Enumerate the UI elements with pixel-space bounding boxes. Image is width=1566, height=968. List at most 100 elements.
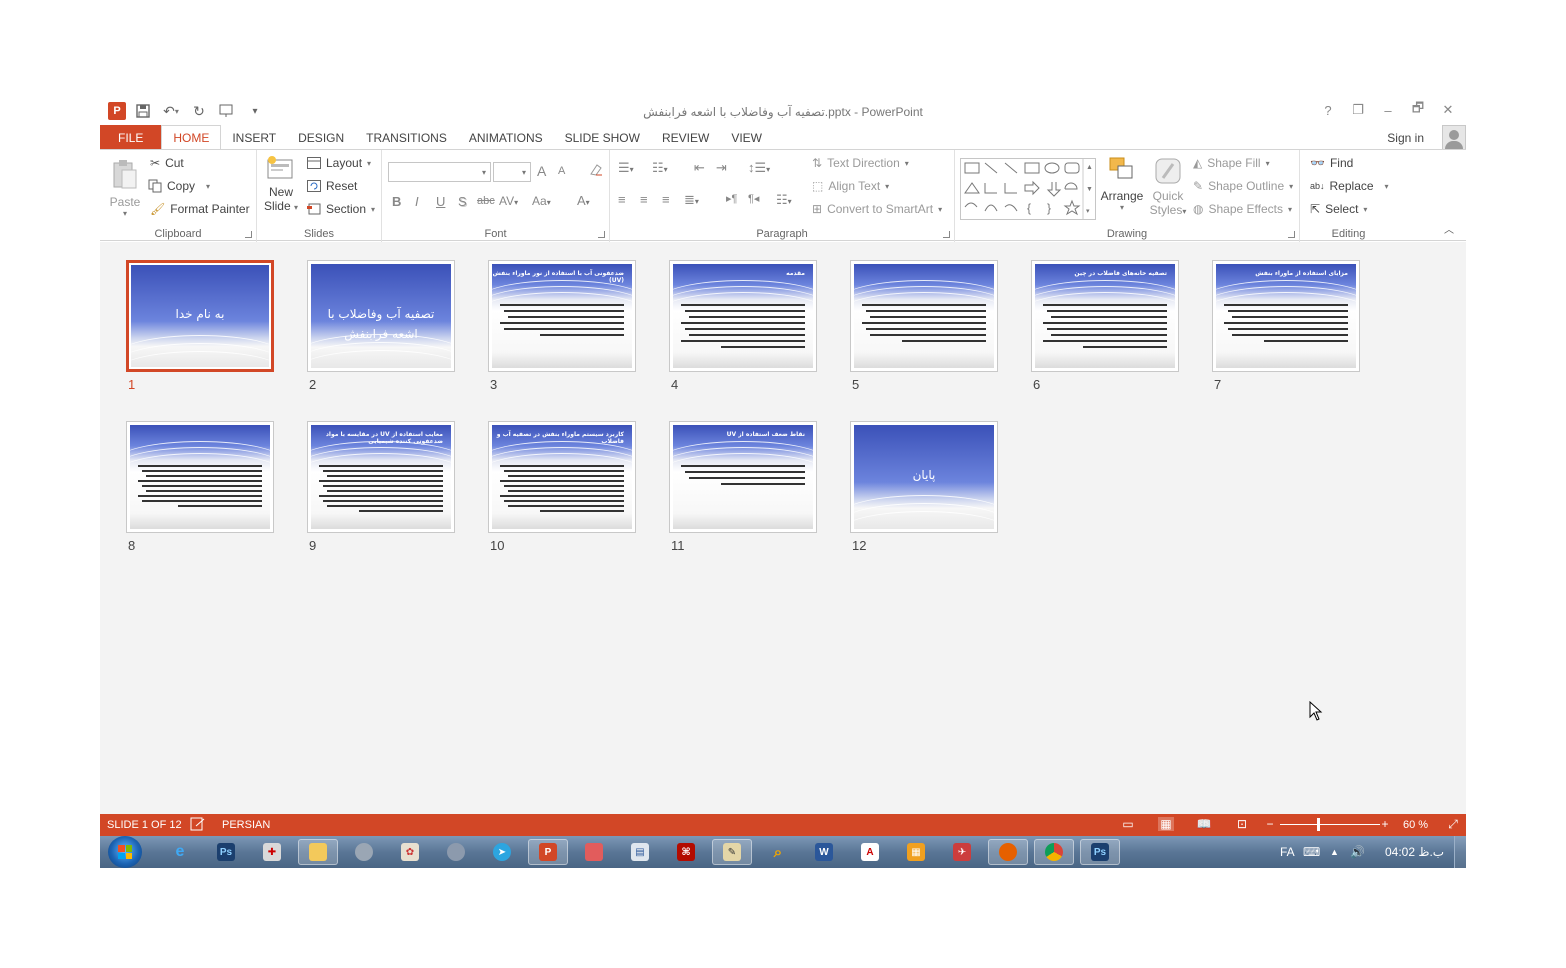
character-spacing-icon[interactable]: AV▾ bbox=[499, 194, 518, 208]
tab-transitions[interactable]: TRANSITIONS bbox=[355, 125, 458, 150]
taskbar-docs-icon[interactable]: ▤ bbox=[620, 839, 660, 865]
grow-font-icon[interactable]: A bbox=[537, 163, 546, 179]
sign-in-link[interactable]: Sign in bbox=[1387, 131, 1424, 145]
slide-thumbnail[interactable]: تصفیه آب وفاضلاب با اشعه فرابنفش bbox=[307, 260, 455, 372]
show-hidden-icons-icon[interactable]: ▲ bbox=[1330, 836, 1339, 868]
taskbar-telegram-icon[interactable]: ➤ bbox=[482, 839, 522, 865]
align-text-button[interactable]: ⬚ Align Text ▾ bbox=[812, 179, 889, 193]
slide-thumbnail[interactable]: نقاط ضعف استفاده از UV bbox=[669, 421, 817, 533]
taskbar-folder-icon[interactable]: ▦ bbox=[896, 839, 936, 865]
layout-button[interactable]: Layout ▾ bbox=[307, 156, 371, 170]
taskbar-ie-icon[interactable]: e bbox=[160, 839, 200, 865]
taskbar-firefox-icon[interactable] bbox=[988, 839, 1028, 865]
new-slide-button[interactable]: New Slide ▾ bbox=[261, 156, 301, 213]
slide-thumbnail[interactable] bbox=[850, 260, 998, 372]
language-indicator[interactable]: PERSIAN bbox=[222, 819, 270, 831]
fit-to-window-icon[interactable]: ⤢ bbox=[1445, 817, 1461, 831]
tab-home[interactable]: HOME bbox=[161, 125, 222, 150]
taskbar-reader-icon[interactable]: A bbox=[850, 839, 890, 865]
drawing-launcher-icon[interactable] bbox=[1288, 231, 1295, 238]
shape-fill-button[interactable]: ◭ Shape Fill ▾ bbox=[1193, 156, 1270, 170]
tab-review[interactable]: REVIEW bbox=[651, 125, 720, 150]
zoom-level[interactable]: 60 % bbox=[1403, 819, 1428, 831]
tab-file[interactable]: FILE bbox=[100, 125, 162, 150]
taskbar-chrome-icon[interactable] bbox=[1034, 839, 1074, 865]
minimize-icon[interactable]: – bbox=[1376, 99, 1400, 121]
bold-icon[interactable]: B bbox=[392, 194, 401, 209]
copy-button[interactable]: Copy ▾ bbox=[148, 179, 210, 193]
reset-button[interactable]: Reset bbox=[307, 179, 357, 193]
slide-thumbnail[interactable]: به نام خدا bbox=[126, 260, 274, 372]
zoom-slider-thumb[interactable] bbox=[1317, 818, 1320, 831]
tab-slide-show[interactable]: SLIDE SHOW bbox=[554, 125, 651, 150]
slide-thumbnail[interactable]: معایب استفاده از UV در مقایسه با مواد ضد… bbox=[307, 421, 455, 533]
ltr-icon[interactable]: ▸¶ bbox=[726, 192, 737, 205]
slide-thumbnail[interactable]: تصفیه خانه‌های فاضلاب در چین bbox=[1031, 260, 1179, 372]
tab-animations[interactable]: ANIMATIONS bbox=[458, 125, 554, 150]
increase-indent-icon[interactable]: ⇥ bbox=[716, 160, 727, 176]
text-direction-button[interactable]: ⇅ Text Direction ▾ bbox=[812, 156, 909, 170]
start-button[interactable] bbox=[108, 836, 142, 868]
ribbon-display-options-icon[interactable]: ❐ bbox=[1346, 99, 1370, 121]
slide-thumbnail[interactable]: مقدمه bbox=[669, 260, 817, 372]
reading-view-icon[interactable]: 📖 bbox=[1196, 817, 1212, 831]
tab-insert[interactable]: INSERT bbox=[221, 125, 287, 150]
section-button[interactable]: Section ▾ bbox=[307, 202, 375, 216]
slide-thumbnail[interactable]: کاربرد سیستم ماوراء بنفش در تصفیه آب و ف… bbox=[488, 421, 636, 533]
taskbar-misc-icon[interactable]: ✈ bbox=[942, 839, 982, 865]
strikethrough-icon[interactable]: abc bbox=[477, 195, 495, 207]
slide-thumbnail[interactable]: پایان bbox=[850, 421, 998, 533]
restore-icon[interactable]: 🗗 bbox=[1406, 99, 1430, 121]
show-desktop-button[interactable] bbox=[1454, 836, 1466, 868]
taskbar-powerpoint-icon[interactable]: P bbox=[528, 839, 568, 865]
zoom-in-icon[interactable]: + bbox=[1377, 817, 1393, 831]
clock[interactable]: 04:02 ب.ظ bbox=[1385, 836, 1444, 868]
font-name-combobox[interactable]: ▾ bbox=[388, 162, 491, 182]
normal-view-icon[interactable]: ▭ bbox=[1120, 817, 1136, 831]
align-center-icon[interactable]: ≡ bbox=[640, 192, 648, 207]
find-button[interactable]: 👓 Find bbox=[1310, 156, 1353, 170]
account-avatar-icon[interactable] bbox=[1442, 125, 1466, 150]
taskbar-network-icon[interactable] bbox=[436, 839, 476, 865]
taskbar-snipping-icon[interactable]: ✚ bbox=[252, 839, 292, 865]
taskbar-media-icon[interactable] bbox=[344, 839, 384, 865]
taskbar-acrobat-icon[interactable]: ⌘ bbox=[666, 839, 706, 865]
format-painter-button[interactable]: 🖌 Format Painter bbox=[150, 202, 250, 216]
clipboard-launcher-icon[interactable] bbox=[245, 231, 252, 238]
replace-button[interactable]: ab↓ Replace ▾ bbox=[1310, 179, 1389, 193]
zoom-out-icon[interactable]: − bbox=[1262, 817, 1278, 831]
select-button[interactable]: ⇱ Select ▾ bbox=[1310, 202, 1367, 216]
shrink-font-icon[interactable]: A bbox=[558, 165, 565, 177]
numbering-icon[interactable]: ☷▾ bbox=[652, 160, 668, 176]
taskbar-photoshop-icon[interactable]: Ps bbox=[206, 839, 246, 865]
underline-icon[interactable]: U bbox=[436, 194, 445, 209]
spellcheck-icon[interactable] bbox=[190, 817, 206, 834]
columns-icon[interactable]: ☷▾ bbox=[776, 192, 792, 208]
font-launcher-icon[interactable] bbox=[598, 231, 605, 238]
shape-effects-button[interactable]: ◍ Shape Effects ▾ bbox=[1193, 202, 1292, 216]
slide-show-view-icon[interactable]: ⊡ bbox=[1234, 817, 1250, 831]
cut-button[interactable]: ✂ Cut bbox=[150, 156, 184, 170]
font-size-combobox[interactable]: ▾ bbox=[493, 162, 531, 182]
bullets-icon[interactable]: ☰▾ bbox=[618, 160, 634, 176]
shapes-gallery[interactable]: {} ▲ ▼ ▾ bbox=[960, 158, 1096, 220]
arrange-button[interactable]: Arrange ▾ bbox=[1099, 156, 1145, 212]
line-spacing-icon[interactable]: ↕☰▾ bbox=[748, 160, 770, 176]
shape-outline-button[interactable]: ✎ Shape Outline ▾ bbox=[1193, 179, 1293, 193]
volume-icon[interactable]: 🔊 bbox=[1350, 836, 1365, 868]
taskbar-search-icon[interactable]: ⌕ bbox=[758, 839, 798, 865]
decrease-indent-icon[interactable]: ⇤ bbox=[694, 160, 705, 176]
close-icon[interactable]: ✕ bbox=[1436, 99, 1460, 121]
keyboard-icon[interactable]: ⌨ bbox=[1303, 836, 1320, 868]
collapse-ribbon-icon[interactable]: ︿ bbox=[1444, 221, 1454, 236]
align-left-icon[interactable]: ≡ bbox=[618, 192, 626, 207]
slide-thumbnail[interactable]: ضدعفونی آب با استفاده از نور ماوراء بنفش… bbox=[488, 260, 636, 372]
help-icon[interactable]: ? bbox=[1316, 99, 1340, 121]
quick-styles-button[interactable]: Quick Styles▾ bbox=[1148, 156, 1188, 217]
taskbar-tool-icon[interactable]: ✎ bbox=[712, 839, 752, 865]
tab-design[interactable]: DESIGN bbox=[287, 125, 355, 150]
taskbar-photoshop-open-icon[interactable]: Ps bbox=[1080, 839, 1120, 865]
change-case-icon[interactable]: Aa▾ bbox=[532, 194, 551, 208]
taskbar-paint-icon[interactable]: ✿ bbox=[390, 839, 430, 865]
taskbar-app-icon[interactable] bbox=[574, 839, 614, 865]
